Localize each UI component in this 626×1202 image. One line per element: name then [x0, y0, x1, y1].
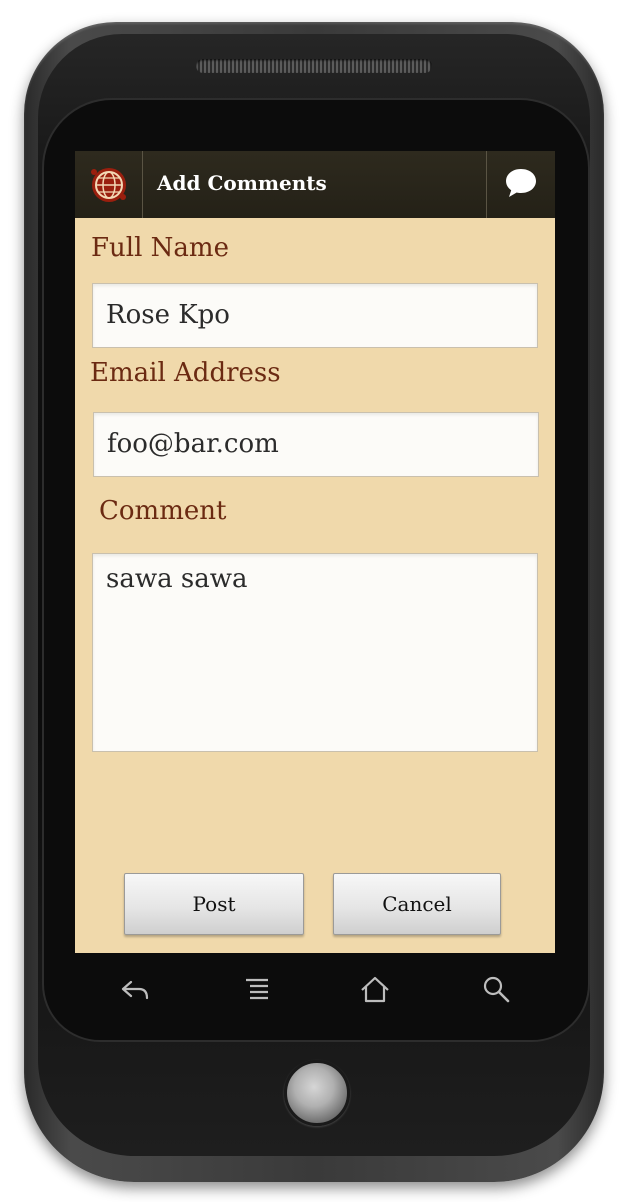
speech-bubble-icon	[506, 169, 536, 197]
globe-logo-icon	[91, 168, 126, 202]
full-name-label: Full Name	[91, 233, 229, 263]
search-icon[interactable]	[477, 970, 517, 1010]
home-icon[interactable]	[355, 970, 395, 1010]
menu-icon[interactable]	[237, 970, 277, 1010]
comment-field[interactable]: sawa sawa	[92, 553, 538, 752]
earpiece-speaker	[196, 59, 432, 73]
post-button[interactable]: Post	[124, 873, 304, 935]
comment-value: sawa sawa	[106, 564, 248, 594]
comments-button[interactable]	[486, 151, 555, 218]
app-screen: Add Comments Full Name Rose Kpo Email Ad…	[75, 151, 555, 953]
trackball-button[interactable]	[284, 1060, 350, 1126]
cancel-button[interactable]: Cancel	[333, 873, 501, 935]
email-field[interactable]: foo@bar.com	[93, 412, 539, 477]
comment-label: Comment	[99, 496, 227, 526]
back-icon[interactable]	[115, 970, 155, 1010]
full-name-value: Rose Kpo	[106, 300, 230, 330]
title-bar: Add Comments	[75, 151, 555, 218]
page-title: Add Comments	[157, 171, 327, 195]
email-label: Email Address	[90, 358, 281, 388]
logo-button[interactable]	[75, 151, 143, 218]
email-value: foo@bar.com	[107, 429, 279, 459]
full-name-field[interactable]: Rose Kpo	[92, 283, 538, 348]
